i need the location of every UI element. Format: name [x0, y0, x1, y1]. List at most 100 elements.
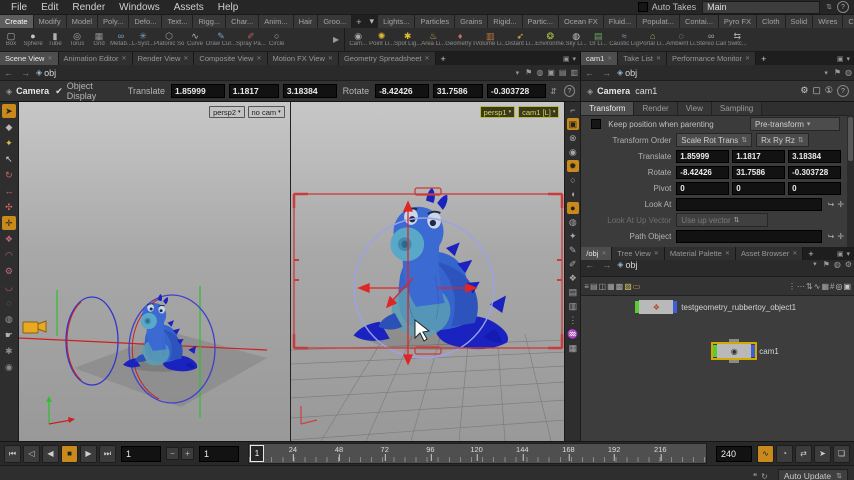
close-tab-icon[interactable]: ✕ — [725, 250, 730, 257]
shelf-tab[interactable]: Particles — [415, 15, 455, 28]
tool-geometry-light[interactable]: ♦Geometry L... — [445, 28, 475, 51]
net-pane-maximize-icon[interactable]: ▣ — [837, 250, 844, 258]
pane-menu-icon[interactable]: ▾ — [572, 55, 576, 63]
node-rubbertoy[interactable]: ❖ testgeometry_rubbertoy_object1 — [635, 300, 796, 314]
add-shelf-icon[interactable]: + — [352, 15, 365, 28]
net-back-icon[interactable]: ← — [581, 260, 598, 276]
play-button[interactable]: ▶ — [80, 445, 97, 463]
ry-field[interactable]: 31.7586 — [732, 166, 785, 179]
net-wire-style-icon[interactable]: ∿ — [814, 282, 821, 291]
scrub-button[interactable]: ➤ — [814, 445, 831, 463]
tool-tube[interactable]: ▮Tube — [44, 28, 66, 51]
refresh-icon[interactable]: ↻ — [759, 472, 770, 480]
viewport-camera-badge[interactable]: no cam▾ — [248, 106, 285, 118]
shelf-tab[interactable]: Pyro FX — [719, 15, 757, 28]
pane-tab[interactable]: Animation Editor✕ — [59, 52, 133, 65]
shelf-tab[interactable]: Hair — [294, 15, 319, 28]
perspective-scene[interactable] — [19, 102, 291, 441]
path-dropdown-icon-2[interactable]: ▾ — [820, 69, 832, 77]
tool-volume-light[interactable]: ▥Volume Li... — [475, 28, 505, 51]
shelf-tab[interactable]: Groo... — [318, 15, 352, 28]
net-layout-icon[interactable]: ▦ — [607, 282, 615, 291]
playbar-menu-button[interactable]: ❏ — [833, 445, 850, 463]
realtime-toggle-button[interactable]: ◔ — [776, 445, 793, 463]
star-display-icon[interactable]: ✦ — [567, 230, 579, 242]
tool-gi-light[interactable]: ▤GI Li... — [587, 28, 609, 51]
menu-item[interactable]: Help — [211, 0, 246, 14]
pane-maximize-icon[interactable]: ▣ — [563, 55, 570, 63]
gear-icon[interactable]: ⚙ — [800, 85, 808, 97]
viewport-name-badge-2[interactable]: persp1▾ — [480, 106, 515, 118]
look-at-pick-icon[interactable]: ✛ — [837, 200, 844, 209]
lock-camera-icon[interactable]: ◉ — [567, 146, 579, 158]
camera-scene[interactable] — [291, 102, 565, 441]
net-forward-icon[interactable]: → — [598, 260, 615, 276]
tool-area-light[interactable]: ♨Area Li... — [421, 28, 445, 51]
pencil-display-icon[interactable]: ✐ — [567, 258, 579, 270]
snapshot-view-icon[interactable]: ▤ — [557, 68, 569, 77]
tool-platonic[interactable]: ⬡Platonic So... — [154, 28, 184, 51]
help-icon[interactable]: ? — [837, 1, 849, 13]
param-path[interactable]: obj — [625, 68, 637, 78]
shelf-tab[interactable]: Modify — [34, 15, 67, 28]
node-input-connector[interactable] — [729, 339, 739, 342]
tool-switcher[interactable]: ⇆Switc... — [726, 28, 748, 51]
tool-stereo-camera[interactable]: ∞Stereo Cam... — [696, 28, 726, 51]
new-net-tab-icon[interactable]: + — [803, 247, 818, 260]
path-object-jump-icon[interactable]: ↪ — [828, 232, 835, 241]
key-tool[interactable]: ◌ — [2, 296, 16, 310]
network-path[interactable]: obj — [625, 260, 637, 276]
shelf-tab[interactable]: Lights... — [378, 15, 415, 28]
pivot-y-field[interactable]: 0 — [732, 182, 785, 195]
scene-path[interactable]: obj — [44, 68, 56, 78]
tool-grid[interactable]: ▦Grid — [88, 28, 110, 51]
menu-item[interactable]: Windows — [112, 0, 167, 14]
viewport-camera-badge-2[interactable]: cam1 [L]▾ — [518, 106, 559, 118]
crowd-display-icon[interactable]: ❖ — [567, 272, 579, 284]
pivot-z-field[interactable]: 0 — [788, 182, 841, 195]
ik-tool[interactable]: ⚙ — [2, 264, 16, 278]
timeline-ruler[interactable]: 24487296120144168192216 1 — [248, 443, 707, 464]
param-tab[interactable]: View — [678, 102, 712, 115]
rz-field[interactable]: -0.303728 — [788, 166, 841, 179]
start-frame-field[interactable]: 1 — [199, 446, 239, 462]
shelf-tab[interactable]: Contai... — [680, 15, 719, 28]
lighting-icon[interactable]: ○ — [567, 174, 579, 186]
path-dropdown-icon[interactable]: ▾ — [512, 69, 524, 77]
stash-view-icon[interactable]: ▣ — [545, 68, 557, 77]
close-tab-icon[interactable]: ✕ — [656, 55, 661, 62]
shelf-tab[interactable]: Poly... — [98, 15, 129, 28]
net-frame-icon[interactable]: ▣ — [843, 282, 851, 291]
pane-tab[interactable]: Render View✕ — [133, 52, 195, 65]
anim-options-button[interactable]: ∿ — [757, 445, 774, 463]
nav-forward-icon[interactable]: → — [17, 68, 34, 78]
nav-back-icon[interactable]: ← — [0, 68, 17, 78]
frame-increment-button[interactable]: + — [181, 447, 194, 460]
net-grid-snap-icon[interactable]: ▦ — [821, 282, 829, 291]
param-drag-icon[interactable]: ◈ — [585, 87, 595, 96]
net-dashes-icon[interactable]: ⋯ — [797, 282, 805, 291]
new-pane-tab-icon[interactable]: + — [436, 52, 451, 65]
split-view-icon[interactable]: ▥ — [568, 68, 580, 77]
net-pane-menu-icon[interactable]: ▾ — [847, 250, 851, 258]
tool-circle[interactable]: ○Circle — [266, 28, 288, 51]
net-zoom-icon[interactable]: ◎ — [835, 282, 842, 291]
rotate-z-field[interactable]: -0.303728 — [487, 84, 546, 98]
handle-params-icon[interactable]: ⇵ — [548, 87, 559, 96]
tz-field[interactable]: 3.18384 — [788, 150, 841, 163]
net-list-icon[interactable]: ≡ — [584, 282, 589, 291]
tool-sphere[interactable]: ●Sphere — [22, 28, 44, 51]
pane-tab[interactable]: Geometry Spreadsheet✕ — [339, 52, 436, 65]
param-tab[interactable]: Sampling — [712, 102, 762, 115]
pane-tab[interactable]: Motion FX View✕ — [268, 52, 339, 65]
render-flag-2[interactable] — [751, 345, 755, 357]
path-object-pick-icon[interactable]: ✛ — [837, 232, 844, 241]
shelf-tab[interactable]: Rigg... — [193, 15, 226, 28]
pose-tool[interactable]: ✣ — [2, 200, 16, 214]
scale-tool[interactable]: ↔ — [2, 184, 16, 198]
tool-curve[interactable]: ∿Curve — [184, 28, 206, 51]
pane-tab[interactable]: Performance Monitor✕ — [667, 52, 756, 65]
close-tab-icon[interactable]: ✕ — [256, 55, 261, 62]
shelf-tab[interactable]: Partic... — [523, 15, 559, 28]
tool-draw-curve[interactable]: ✎Draw Cur... — [206, 28, 236, 51]
